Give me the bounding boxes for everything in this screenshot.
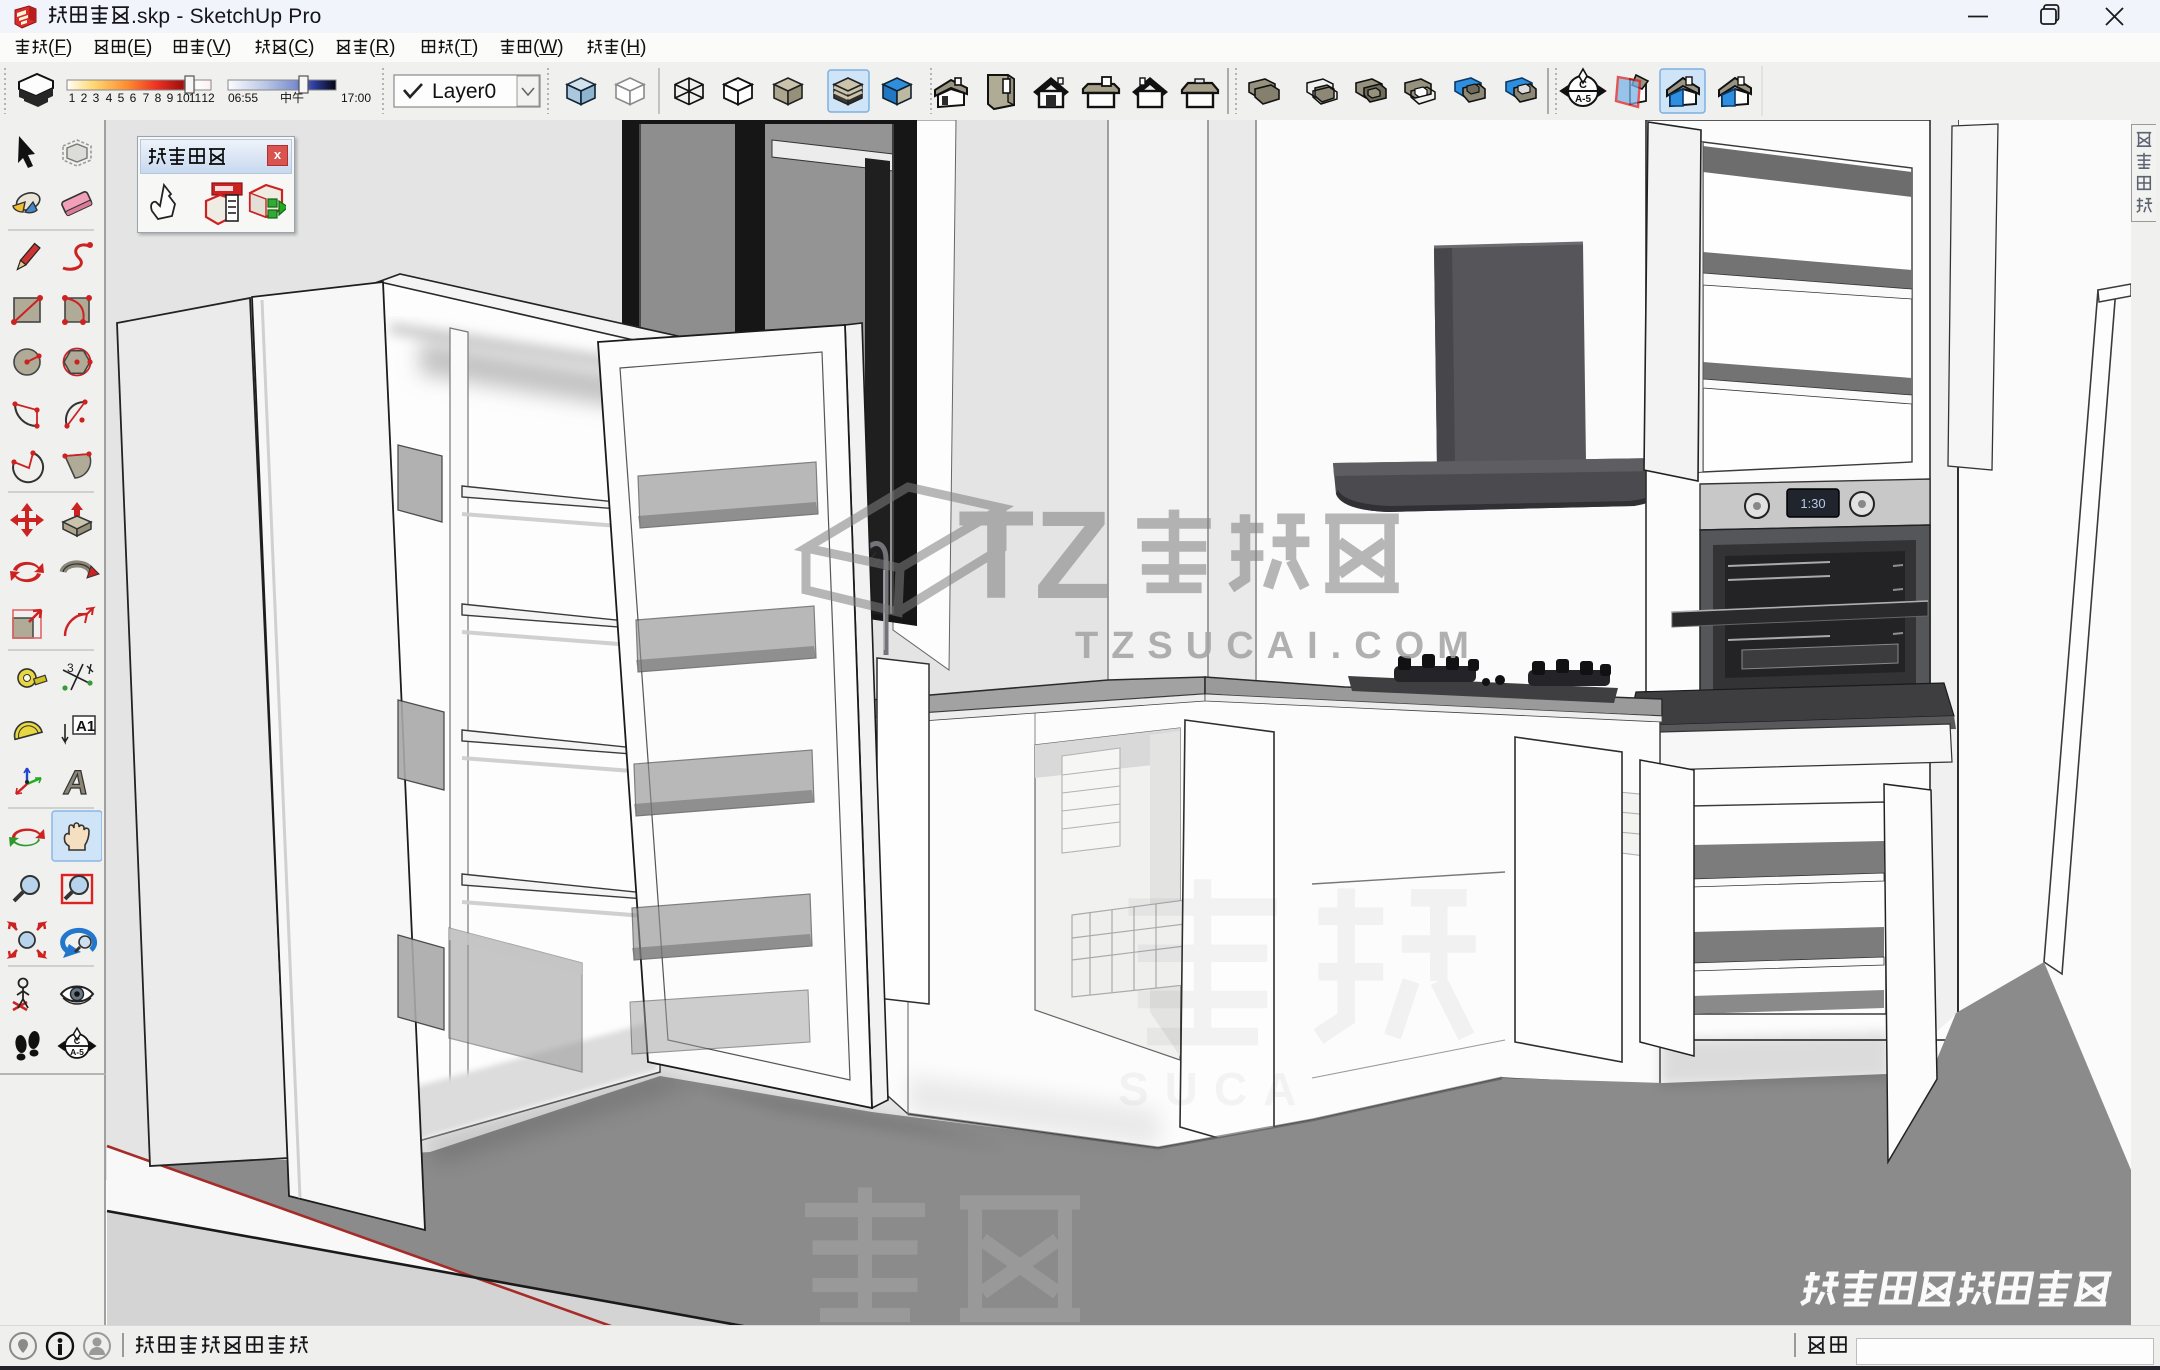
svg-text:17:00: 17:00 <box>341 91 371 105</box>
svg-text:12: 12 <box>201 91 215 105</box>
svg-text:C: C <box>1579 79 1587 91</box>
svg-text:9: 9 <box>167 91 174 105</box>
svg-text:A1: A1 <box>76 718 95 735</box>
svg-text:A-5: A-5 <box>1575 94 1592 105</box>
svg-text:3: 3 <box>67 661 74 675</box>
svg-text:2: 2 <box>81 91 88 105</box>
svg-text:Layer0: Layer0 <box>432 80 496 103</box>
svg-text:4: 4 <box>106 91 113 105</box>
svg-text:11: 11 <box>189 91 202 105</box>
svg-text:7: 7 <box>143 91 150 105</box>
svg-text:A-5: A-5 <box>70 1047 84 1057</box>
svg-text:A: A <box>61 764 91 802</box>
svg-text:3: 3 <box>93 91 100 105</box>
svg-text:C: C <box>74 1036 81 1046</box>
svg-text:6: 6 <box>130 91 137 105</box>
svg-text:8: 8 <box>155 91 162 105</box>
svg-text:中午: 中午 <box>280 90 304 105</box>
svg-text:1:30: 1:30 <box>1800 496 1825 511</box>
svg-text:SUCA: SUCA <box>1118 1063 1312 1115</box>
svg-text:TZ: TZ <box>958 486 1111 625</box>
svg-text:1: 1 <box>69 91 76 105</box>
svg-text:5: 5 <box>118 91 125 105</box>
svg-text:06:55: 06:55 <box>228 91 258 105</box>
svg-text:TZSUCAI.COM: TZSUCAI.COM <box>1075 625 1482 667</box>
